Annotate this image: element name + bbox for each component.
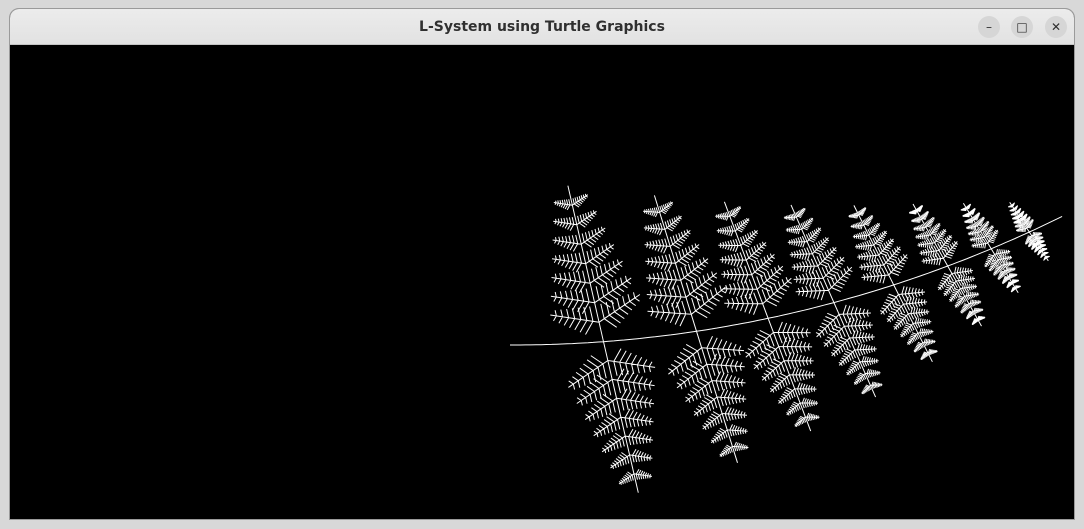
close-icon: ✕ bbox=[1050, 20, 1062, 34]
fern-drawing bbox=[10, 45, 1074, 519]
title-bar[interactable]: L-System using Turtle Graphics – □ ✕ bbox=[10, 9, 1074, 45]
close-button[interactable]: ✕ bbox=[1045, 16, 1067, 38]
maximize-button[interactable]: □ bbox=[1011, 16, 1033, 38]
maximize-icon: □ bbox=[1016, 20, 1028, 34]
app-window: L-System using Turtle Graphics – □ ✕ bbox=[9, 8, 1075, 520]
fern-path bbox=[510, 185, 1063, 493]
minimize-button[interactable]: – bbox=[978, 16, 1000, 38]
turtle-canvas[interactable] bbox=[10, 45, 1074, 519]
minimize-icon: – bbox=[986, 20, 992, 34]
window-title: L-System using Turtle Graphics bbox=[419, 19, 665, 35]
